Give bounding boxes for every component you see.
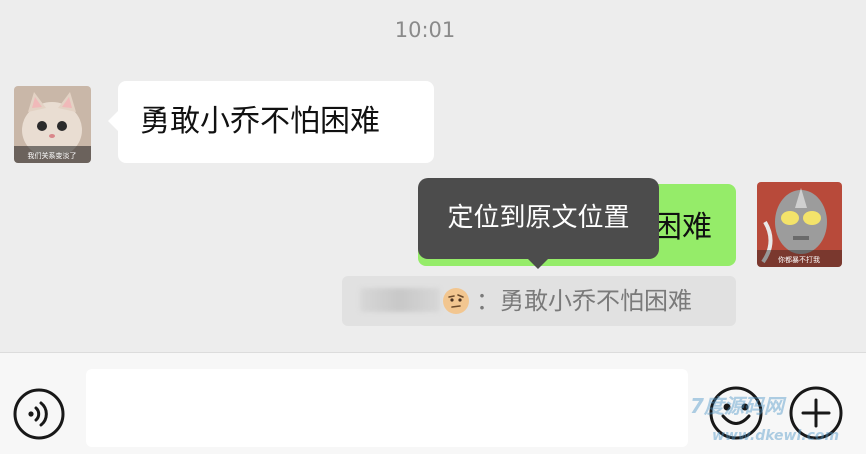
- thinking-face-icon: [443, 288, 469, 314]
- message-input[interactable]: [86, 369, 688, 447]
- self-avatar[interactable]: 你都暴不打我: [757, 182, 842, 267]
- avatar-left-caption: 我们关系变淡了: [28, 151, 77, 160]
- watermark-url: www.dkewl.com: [712, 428, 840, 444]
- sender-avatar[interactable]: 我们关系变淡了: [14, 86, 91, 163]
- ultraman-avatar-image: 你都暴不打我: [757, 182, 842, 267]
- outgoing-message-text: 困难: [652, 210, 712, 245]
- cat-avatar-image: 我们关系变淡了: [14, 86, 91, 163]
- locate-original-label: 定位到原文位置: [447, 203, 630, 233]
- quoted-message-text: ：勇敢小乔不怕困难: [476, 287, 692, 315]
- incoming-message-text: 勇敢小乔不怕困难: [140, 104, 380, 139]
- quoted-sender-name-blurred: [360, 288, 440, 312]
- voice-icon[interactable]: [12, 387, 66, 441]
- watermark-brand: 7度源码网: [690, 394, 784, 418]
- quoted-message[interactable]: ：勇敢小乔不怕困难: [342, 276, 736, 326]
- avatar-right-caption: 你都暴不打我: [778, 255, 820, 264]
- incoming-message-bubble[interactable]: 勇敢小乔不怕困难: [108, 81, 434, 163]
- message-timestamp: 10:01: [394, 18, 456, 42]
- locate-original-tooltip[interactable]: 定位到原文位置: [418, 178, 659, 269]
